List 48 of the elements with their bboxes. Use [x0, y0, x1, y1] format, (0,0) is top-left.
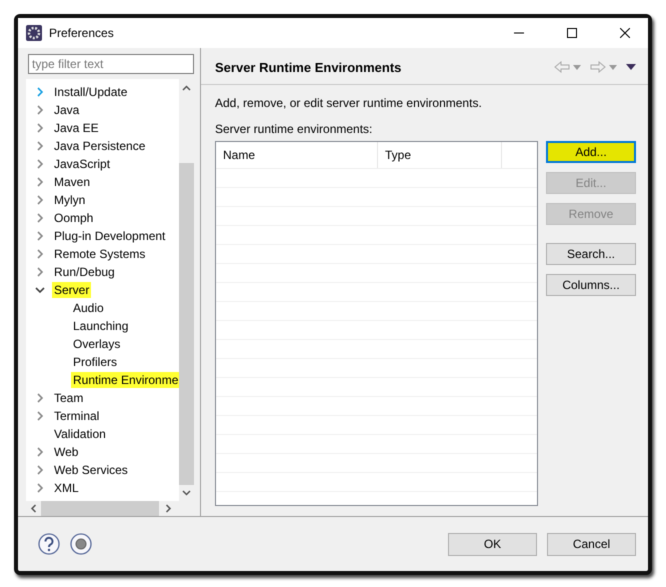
tree-item[interactable]: Java	[52, 102, 82, 118]
table-label: Server runtime environments:	[215, 122, 374, 136]
record-icon[interactable]	[70, 533, 92, 555]
column-header[interactable]: Type	[378, 142, 502, 168]
side-button[interactable]: Columns...	[546, 274, 636, 296]
tree-item[interactable]: Plug-in Development	[52, 228, 168, 244]
menu-icon[interactable]	[626, 64, 636, 70]
side-button[interactable]: Search...	[546, 243, 636, 265]
scroll-down-icon[interactable]	[182, 490, 191, 496]
tree-item[interactable]: XML	[52, 480, 81, 496]
column-header[interactable]: Name	[216, 142, 378, 168]
tree-item[interactable]: Java Persistence	[52, 138, 148, 154]
tree-item[interactable]: Server	[52, 282, 92, 298]
gear-icon	[26, 25, 42, 41]
tree-item[interactable]: Profilers	[71, 354, 120, 370]
tree-item[interactable]: Install/Update	[52, 84, 130, 100]
tree-item[interactable]: Audio	[71, 300, 106, 316]
tree-item[interactable]: Mylyn	[52, 192, 88, 208]
maximize-icon[interactable]	[567, 28, 577, 38]
dropdown-icon[interactable]	[573, 64, 581, 70]
tree-item[interactable]: Java EE	[52, 120, 101, 136]
tree-item[interactable]: Maven	[52, 174, 92, 190]
scroll-up-icon[interactable]	[182, 85, 191, 91]
tree-item[interactable]: Overlays	[71, 336, 122, 352]
dialog-button[interactable]: OK	[448, 532, 537, 556]
help-icon[interactable]	[38, 533, 60, 555]
tree-item[interactable]: Team	[52, 390, 86, 406]
page-title: Server Runtime Environments	[215, 60, 402, 74]
tree-item[interactable]: Oomph	[52, 210, 96, 226]
filter-field[interactable]: type filter text	[28, 54, 194, 74]
window-title: Preferences	[49, 26, 115, 40]
description-text: Add, remove, or edit server runtime environments.	[215, 96, 483, 110]
tree-item[interactable]: Web	[52, 444, 80, 460]
tree-item[interactable]: JavaScript	[52, 156, 112, 172]
tree-item[interactable]: Launching	[71, 318, 130, 334]
tree-item[interactable]: Remote Systems	[52, 246, 148, 262]
tree-item[interactable]: Web Services	[52, 462, 130, 478]
tree-item[interactable]: Validation	[52, 426, 108, 442]
tree-item[interactable]: Run/Debug	[52, 264, 117, 280]
dropdown-icon[interactable]	[609, 64, 617, 70]
forward-arrow-icon[interactable]	[590, 61, 606, 73]
tree-item[interactable]: Runtime Environme	[71, 372, 179, 388]
back-arrow-icon[interactable]	[554, 61, 570, 73]
tree-item[interactable]: Terminal	[52, 408, 102, 424]
close-icon[interactable]	[620, 28, 630, 38]
runtime-table[interactable]: Name Type	[215, 141, 538, 506]
side-button[interactable]: Add...	[546, 141, 636, 163]
dialog-button[interactable]: Cancel	[547, 532, 636, 556]
